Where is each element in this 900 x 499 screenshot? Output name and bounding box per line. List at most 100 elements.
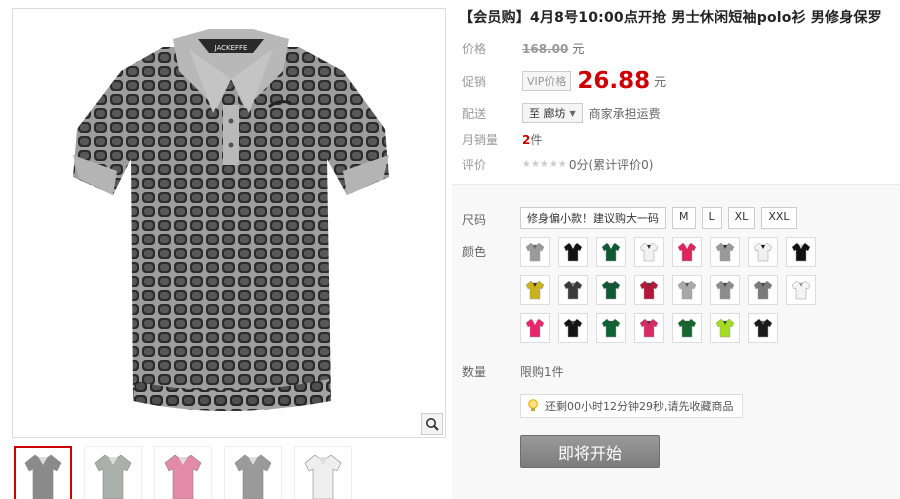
current-price-unit: 元 <box>654 74 667 89</box>
color-swatch[interactable] <box>672 313 702 343</box>
countdown-text: 还剩00小时12分钟29秒,请先收藏商品 <box>545 400 734 413</box>
region-select[interactable]: 至 廊坊 ▼ <box>522 103 583 123</box>
color-swatch[interactable] <box>748 237 778 267</box>
size-option[interactable]: 修身偏小款！建议购大一码 <box>520 207 666 229</box>
color-swatch[interactable] <box>710 275 740 305</box>
color-swatch[interactable] <box>558 313 588 343</box>
shirt-icon <box>601 242 621 262</box>
rating-row: 评价 ★★★★★ 0分(累计评价0) <box>462 156 653 173</box>
color-swatch[interactable] <box>520 237 550 267</box>
size-label: 尺码 <box>462 213 487 227</box>
product-thumbnail[interactable] <box>224 446 282 499</box>
color-swatch[interactable] <box>634 313 664 343</box>
sales-label: 月销量 <box>462 133 499 147</box>
size-option[interactable]: XXL <box>761 207 797 229</box>
color-swatch[interactable] <box>596 313 626 343</box>
shirt-icon <box>677 280 697 300</box>
shirt-icon <box>563 280 583 300</box>
shirt-icon <box>715 280 735 300</box>
color-swatch[interactable] <box>558 237 588 267</box>
promo-label: 促销 <box>462 74 487 89</box>
shirt-icon <box>791 280 811 300</box>
shirt-icon <box>525 318 545 338</box>
shirt-icon <box>753 242 773 262</box>
shirt-icon <box>791 242 811 262</box>
price-label: 价格 <box>462 42 487 56</box>
quantity-label: 数量 <box>462 365 487 379</box>
rating-stars-icon: ★★★★★ <box>522 159 567 170</box>
countdown-notice: 还剩00小时12分钟29秒,请先收藏商品 <box>520 394 743 418</box>
color-swatch[interactable] <box>710 237 740 267</box>
purchase-options-panel: 尺码 修身偏小款！建议购大一码 M L XL XXL 颜色 数量 限购1件 还剩00小时… <box>452 184 900 499</box>
shirt-icon <box>677 242 697 262</box>
current-price: 26.88 <box>577 68 651 94</box>
purchase-limit: 限购1件 <box>520 365 564 379</box>
shirt-icon <box>715 318 735 338</box>
color-swatch[interactable] <box>634 275 664 305</box>
region-value: 至 廊坊 <box>529 107 566 120</box>
shirt-brand-label: JACKEFFE <box>214 44 248 52</box>
shirt-icon <box>753 318 773 338</box>
shirt-thumbnail-icon <box>304 454 342 499</box>
shirt-thumbnail-icon <box>234 454 272 499</box>
original-price-unit: 元 <box>572 42 585 56</box>
main-product-image[interactable]: JACKEFFE <box>12 8 446 438</box>
promo-row: 促销 VIP价格 26.88 元 <box>462 68 666 94</box>
shirt-icon <box>601 280 621 300</box>
shirt-icon <box>601 318 621 338</box>
zoom-button[interactable] <box>421 413 443 435</box>
color-swatch[interactable] <box>634 237 664 267</box>
product-thumbnail[interactable] <box>14 446 72 499</box>
color-swatch[interactable] <box>672 237 702 267</box>
polo-shirt-image: JACKEFFE <box>73 29 389 411</box>
color-swatch[interactable] <box>520 313 550 343</box>
sales-row: 月销量 2 件 <box>462 131 542 148</box>
product-title: 【会员购】4月8号10:00点开抢 男士休闲短袖polo衫 男修身保罗 <box>459 10 882 26</box>
color-swatch[interactable] <box>672 275 702 305</box>
shirt-icon <box>715 242 735 262</box>
chevron-down-icon: ▼ <box>569 108 576 118</box>
lightbulb-icon <box>528 399 538 411</box>
shirt-icon <box>563 318 583 338</box>
color-swatch[interactable] <box>786 275 816 305</box>
shirt-icon <box>639 242 659 262</box>
size-option[interactable]: XL <box>727 207 756 229</box>
shipping-note: 商家承担运费 <box>588 106 661 121</box>
sales-unit: 件 <box>530 133 543 147</box>
shirt-icon <box>639 318 659 338</box>
shipping-label: 配送 <box>462 106 487 121</box>
shirt-icon <box>753 280 773 300</box>
color-label: 颜色 <box>462 245 487 259</box>
thumbnail-strip <box>14 446 352 499</box>
shirt-thumbnail-icon <box>24 454 62 499</box>
shipping-row: 配送 至 廊坊 ▼ 商家承担运费 <box>462 103 661 123</box>
color-swatch[interactable] <box>710 313 740 343</box>
rating-text: 0分(累计评价0) <box>568 158 654 172</box>
shirt-icon <box>525 280 545 300</box>
rating-label: 评价 <box>462 158 487 172</box>
product-thumbnail[interactable] <box>294 446 352 499</box>
color-swatch[interactable] <box>748 275 778 305</box>
size-options: 修身偏小款！建议购大一码 M L XL XXL <box>520 207 797 229</box>
shirt-thumbnail-icon <box>164 454 202 499</box>
shirt-icon <box>677 318 697 338</box>
magnifier-icon <box>426 418 439 431</box>
shirt-icon <box>563 242 583 262</box>
sales-count: 2 <box>522 132 531 147</box>
color-swatch[interactable] <box>558 275 588 305</box>
color-swatch[interactable] <box>520 275 550 305</box>
shirt-icon <box>525 242 545 262</box>
color-swatch[interactable] <box>748 313 778 343</box>
shirt-icon <box>639 280 659 300</box>
size-option[interactable]: L <box>701 207 722 229</box>
size-option[interactable]: M <box>672 207 696 229</box>
product-thumbnail[interactable] <box>154 446 212 499</box>
color-swatch[interactable] <box>596 275 626 305</box>
color-swatches <box>520 237 816 343</box>
original-price: 168.00 <box>522 41 569 56</box>
buy-button[interactable]: 即将开始 <box>520 435 660 468</box>
shirt-thumbnail-icon <box>94 454 132 499</box>
product-thumbnail[interactable] <box>84 446 142 499</box>
color-swatch[interactable] <box>786 237 816 267</box>
color-swatch[interactable] <box>596 237 626 267</box>
